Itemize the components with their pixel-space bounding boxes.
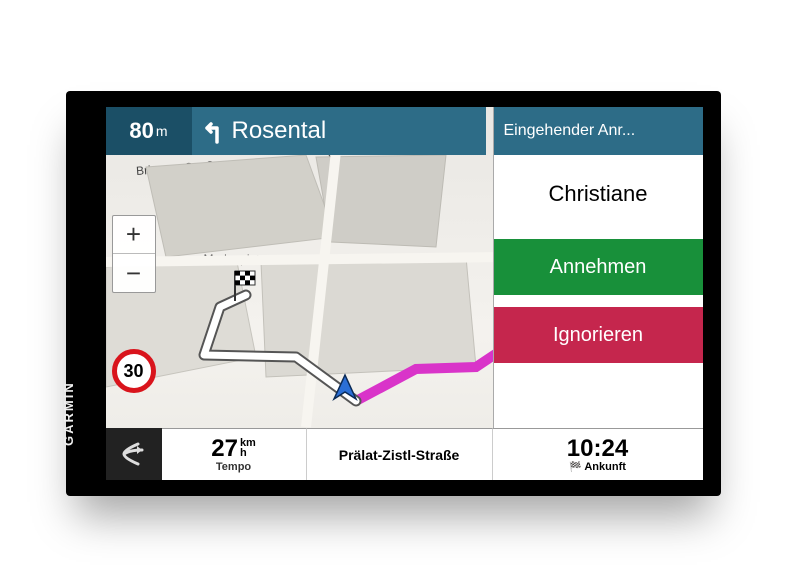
turn-distance: 80m bbox=[106, 107, 192, 155]
current-street[interactable]: Prälat-Zistl-Straße bbox=[307, 428, 493, 480]
arrival-info[interactable]: 10:24 Ankunft bbox=[493, 428, 703, 480]
turn-distance-value: 80 bbox=[129, 118, 153, 144]
speed-limit-value: 30 bbox=[123, 361, 143, 382]
caller-name: Christiane bbox=[494, 155, 703, 233]
turn-distance-unit: m bbox=[156, 123, 168, 139]
back-button[interactable] bbox=[106, 428, 162, 480]
zoom-controls: + − bbox=[112, 215, 156, 293]
gps-device-frame: GARMIN Brienner Straße Dienerstraße B bbox=[66, 91, 721, 496]
arrival-time: 10:24 bbox=[567, 437, 628, 461]
zoom-in-button[interactable]: + bbox=[113, 216, 155, 254]
turn-left-icon bbox=[192, 116, 232, 146]
call-header: Eingehender Anr... bbox=[494, 107, 703, 155]
brand-label: GARMIN bbox=[61, 381, 76, 446]
zoom-out-button[interactable]: − bbox=[113, 254, 155, 292]
destination-flag-icon bbox=[232, 269, 258, 308]
screen: Brienner Straße Dienerstraße Burgstraße … bbox=[106, 107, 703, 480]
vehicle-cursor-icon bbox=[330, 373, 360, 408]
speed-limit-sign: 30 bbox=[112, 349, 156, 393]
speed-info[interactable]: 27kmh Tempo bbox=[162, 428, 307, 480]
reject-call-button[interactable]: Ignorieren bbox=[494, 307, 703, 363]
speed-unit-h: h bbox=[240, 447, 247, 459]
arrival-label: Ankunft bbox=[569, 461, 626, 473]
speed-value: 27 bbox=[211, 435, 238, 462]
incoming-call-panel: Eingehender Anr... Christiane Annehmen I… bbox=[493, 107, 703, 428]
direction-bar[interactable]: 80m Rosental bbox=[106, 107, 486, 155]
next-street-name: Rosental bbox=[232, 117, 327, 145]
accept-call-button[interactable]: Annehmen bbox=[494, 239, 703, 295]
speed-label: Tempo bbox=[216, 461, 251, 473]
bottom-bar: 27kmh Tempo Prälat-Zistl-Straße 10:24 An… bbox=[106, 428, 703, 480]
